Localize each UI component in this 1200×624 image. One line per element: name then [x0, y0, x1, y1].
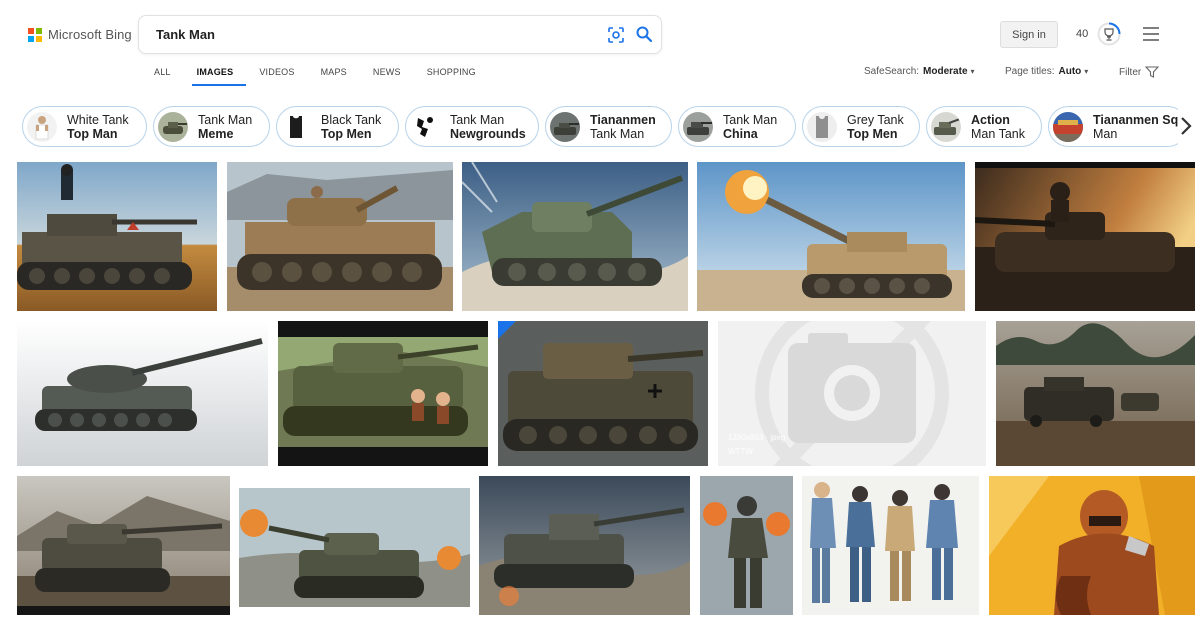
safesearch-dropdown[interactable]: SafeSearch: Moderate ▾	[864, 66, 975, 77]
page-titles-value: Auto	[1058, 66, 1082, 77]
chip-thumbnail	[931, 111, 961, 142]
image-result[interactable]	[227, 162, 453, 311]
related-chip[interactable]: Action Man Tank	[926, 106, 1042, 147]
safesearch-label: SafeSearch:	[864, 66, 920, 77]
tab-videos[interactable]: VIDEOS	[259, 67, 294, 83]
chip-line1: Tank Man	[723, 112, 778, 127]
related-chip[interactable]: Tank Man China	[678, 106, 796, 147]
tab-all[interactable]: ALL	[154, 67, 171, 83]
search-input[interactable]: Tank Man	[156, 27, 215, 42]
search-icon[interactable]	[635, 25, 653, 43]
chip-line1: Tiananmen	[590, 112, 656, 127]
filter-button[interactable]: Filter	[1119, 66, 1160, 78]
microsoft-logo-icon	[28, 27, 42, 42]
hamburger-menu-icon[interactable]	[1142, 27, 1160, 41]
chip-line2: China	[723, 126, 758, 141]
related-chip[interactable]: Tiananmen Sq Man	[1048, 106, 1178, 147]
rewards-icon[interactable]	[1097, 22, 1121, 46]
image-result[interactable]	[498, 321, 708, 466]
chip-line2: Top Men	[847, 126, 898, 141]
related-chip[interactable]: Tank Man Newgrounds	[405, 106, 539, 147]
related-chip[interactable]: White Tank Top Man	[22, 106, 147, 147]
tab-news[interactable]: NEWS	[373, 67, 401, 83]
related-chip[interactable]: Tiananmen Tank Man	[545, 106, 672, 147]
chip-line1: Tiananmen Sq	[1093, 112, 1178, 127]
chip-line1: Tank Man	[198, 112, 253, 127]
chip-line1: White Tank	[67, 112, 129, 127]
tab-shopping[interactable]: SHOPPING	[427, 67, 476, 83]
chip-line2: Newgrounds	[450, 126, 526, 141]
chip-line2: Man	[1093, 126, 1118, 141]
chip-line1: Black Tank	[321, 112, 382, 127]
rewards-points[interactable]: 40	[1076, 28, 1088, 40]
active-tab-underline	[192, 84, 246, 86]
image-result[interactable]	[239, 488, 470, 607]
image-placeholder[interactable]: 1280x853 · jpeg WTTW	[718, 321, 986, 466]
related-chip[interactable]: Tank Man Meme	[153, 106, 270, 147]
vertical-tabs: ALL IMAGES VIDEOS MAPS NEWS SHOPPING	[154, 67, 502, 83]
chip-thumbnail	[683, 111, 713, 142]
filter-label: Filter	[1119, 66, 1142, 78]
image-result[interactable]	[996, 321, 1195, 466]
chip-line1: Grey Tank	[847, 112, 904, 127]
page-titles-label: Page titles:	[1005, 66, 1055, 77]
image-result[interactable]	[697, 162, 965, 311]
related-searches-carousel: White Tank Top Man Tank Man Meme Black Tan…	[22, 106, 1178, 148]
chip-line2: Man Tank	[971, 126, 1025, 141]
image-result[interactable]	[802, 476, 979, 615]
chip-line2: Meme	[198, 126, 234, 141]
related-chip[interactable]: Grey Tank Top Men	[802, 106, 920, 147]
chip-line2: Tank Man	[590, 126, 645, 141]
image-source: WTTW	[728, 447, 753, 456]
chip-thumbnail	[410, 111, 440, 142]
brand-name: Microsoft Bing	[48, 27, 132, 42]
chip-thumbnail	[27, 111, 57, 142]
chevron-right-icon[interactable]	[1178, 115, 1194, 137]
chip-thumbnail	[550, 111, 580, 142]
chip-line2: Top Man	[67, 126, 118, 141]
chevron-down-icon: ▾	[1084, 67, 1089, 76]
tab-maps[interactable]: MAPS	[321, 67, 347, 83]
search-box[interactable]: Tank Man	[138, 15, 662, 54]
chip-line2: Top Men	[321, 126, 372, 141]
image-result[interactable]	[278, 321, 488, 466]
chip-line1: Tank Man	[450, 112, 505, 127]
chip-thumbnail	[281, 111, 311, 142]
image-result[interactable]	[479, 476, 690, 615]
visual-search-icon[interactable]	[607, 26, 625, 44]
image-result[interactable]	[700, 476, 793, 615]
image-result[interactable]	[462, 162, 688, 311]
safesearch-value: Moderate	[923, 66, 968, 77]
chevron-down-icon: ▾	[970, 67, 975, 76]
image-result[interactable]	[17, 162, 217, 311]
sign-in-button[interactable]: Sign in	[1000, 21, 1058, 48]
image-result[interactable]	[17, 476, 230, 615]
image-result[interactable]	[17, 321, 268, 466]
chip-thumbnail	[1053, 111, 1083, 142]
image-result[interactable]	[975, 162, 1195, 311]
page-titles-dropdown[interactable]: Page titles: Auto ▾	[1005, 66, 1088, 77]
image-result[interactable]	[989, 476, 1195, 615]
chip-thumbnail	[158, 111, 188, 142]
image-dimensions: 1280x853 · jpeg	[728, 433, 786, 442]
bing-logo[interactable]: Microsoft Bing	[28, 27, 132, 42]
related-chip[interactable]: Black Tank Top Men	[276, 106, 399, 147]
filter-icon	[1145, 66, 1160, 78]
tab-images[interactable]: IMAGES	[197, 67, 234, 83]
chip-thumbnail	[807, 111, 837, 142]
chip-line1: Action	[971, 112, 1010, 127]
